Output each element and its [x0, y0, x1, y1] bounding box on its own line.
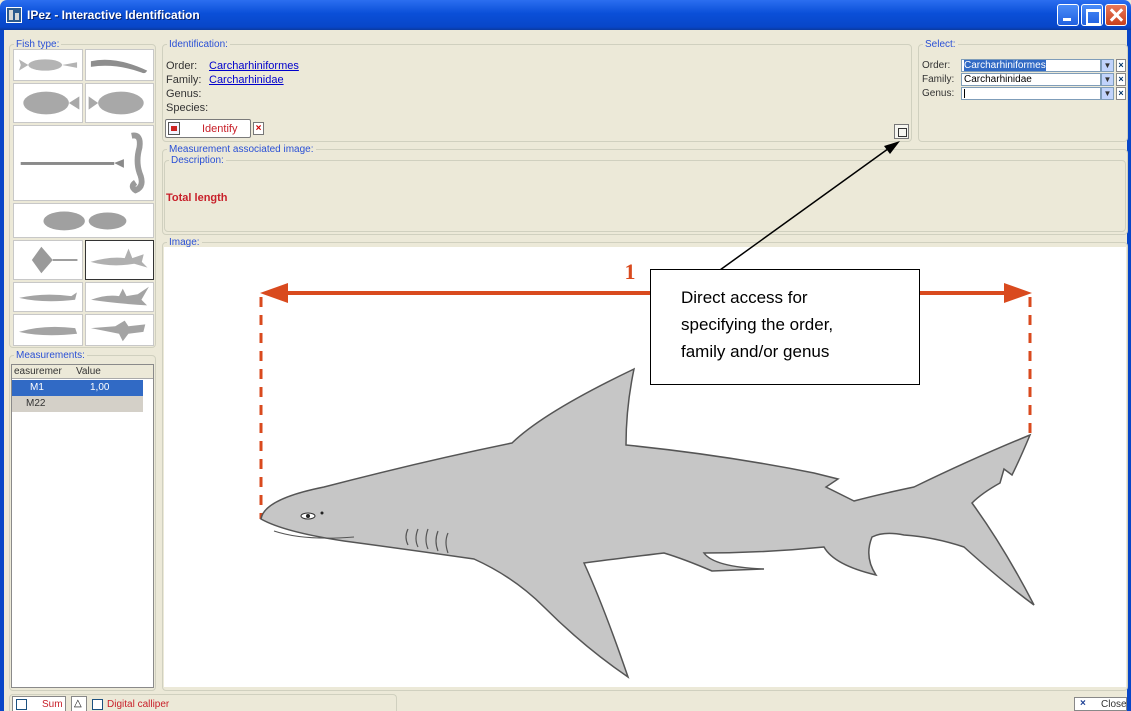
id-family-label: Family:: [166, 74, 202, 86]
fish-type-flatfish-left[interactable]: [13, 83, 83, 123]
minimize-button[interactable]: [1057, 4, 1079, 26]
title-bar: IPez - Interactive Identification: [0, 0, 1131, 30]
select-family-label: Family:: [922, 74, 955, 85]
close-x-icon: ×: [1080, 698, 1086, 709]
close-window-button[interactable]: [1105, 4, 1127, 26]
select-genus-combo[interactable]: [961, 87, 1101, 100]
fish-type-pipefish-seahorse[interactable]: [13, 125, 154, 201]
callout-line-1: Direct access for: [681, 288, 808, 307]
description-text: Total length: [166, 192, 228, 204]
fish-type-shark-selected[interactable]: [85, 240, 154, 280]
measurement-marker: 1: [625, 259, 636, 284]
chevron-down-icon[interactable]: ▼: [1101, 73, 1114, 86]
arrow-head-right: [1004, 283, 1032, 303]
id-order-link[interactable]: Carcharhiniformes: [209, 60, 299, 72]
id-order-label: Order:: [166, 60, 198, 72]
select-genus-label: Genus:: [922, 88, 955, 99]
digital-calliper-checkbox[interactable]: [92, 699, 103, 710]
close-button[interactable]: × Close: [1074, 697, 1127, 711]
table-row[interactable]: M1 1,00: [12, 380, 143, 396]
sum-checkbox-icon: [16, 699, 27, 710]
callout-line-3: family and/or genus: [681, 342, 830, 361]
column-header-value[interactable]: Value: [76, 366, 101, 377]
fish-type-eel[interactable]: [85, 49, 154, 81]
identification-group: Identification:: [162, 39, 912, 142]
triangle-tool-button[interactable]: △: [71, 696, 87, 711]
fish-type-anglerfish[interactable]: [13, 203, 154, 238]
id-family-link[interactable]: Carcharhinidae: [209, 74, 284, 86]
chevron-down-icon[interactable]: ▼: [1101, 87, 1114, 100]
close-button-label: Close: [1101, 699, 1127, 710]
select-order-value: Carcharhiniformes: [964, 60, 1046, 71]
description-group: Description:: [164, 155, 1126, 232]
column-header-measurement[interactable]: easuremer: [14, 366, 62, 377]
id-genus-label: Genus:: [166, 88, 202, 100]
fish-type-ray[interactable]: [13, 240, 83, 280]
measurement-name: M1: [30, 382, 44, 393]
table-row[interactable]: M22: [12, 396, 143, 412]
select-order-label: Order:: [922, 60, 951, 71]
fish-type-thresher[interactable]: [85, 282, 154, 312]
identify-button[interactable]: Identify: [165, 119, 251, 138]
clear-order-button[interactable]: ×: [1116, 59, 1126, 72]
triangle-icon: △: [74, 698, 82, 709]
callout-line-2: specifying the order,: [681, 315, 834, 334]
select-family-combo[interactable]: Carcharhinidae: [961, 73, 1101, 86]
callout-box: Direct access for specifying the order, …: [650, 269, 920, 385]
select-label: Select:: [923, 39, 958, 50]
id-species-row: Species:: [166, 102, 209, 114]
chevron-down-icon[interactable]: ▼: [1101, 59, 1114, 72]
measurements-table[interactable]: easuremer Value M1 1,00 M22: [11, 364, 154, 688]
window-frame-left: [0, 30, 4, 711]
app-icon: [6, 7, 22, 23]
identification-label: Identification:: [167, 39, 230, 50]
table-header: easuremer Value: [12, 365, 153, 379]
window-title: IPez - Interactive Identification: [27, 8, 200, 22]
id-species-label: Species:: [166, 102, 209, 114]
fish-type-flatfish-right[interactable]: [85, 83, 154, 123]
clear-family-button[interactable]: ×: [1116, 73, 1126, 86]
fish-type-chimaera[interactable]: [13, 49, 83, 81]
fish-type-swordfish[interactable]: [85, 314, 154, 346]
measurement-name: M22: [26, 398, 46, 409]
open-select-button[interactable]: [894, 124, 909, 139]
measurement-image-label: Measurement associated image:: [167, 144, 316, 155]
clear-identify-button[interactable]: ×: [253, 122, 264, 135]
id-order-row: Order: Carcharhiniformes: [166, 60, 299, 72]
measurements-label: Measurements:: [14, 350, 87, 361]
measurement-image: 1: [164, 247, 1126, 687]
clear-genus-button[interactable]: ×: [1116, 87, 1126, 100]
text-cursor: [964, 88, 965, 98]
fish-type-dogfish[interactable]: [13, 314, 83, 346]
maximize-button[interactable]: [1081, 4, 1103, 26]
status-bar-group: [9, 694, 397, 711]
id-family-row: Family: Carcharhinidae: [166, 74, 284, 86]
measurement-value: 1,00: [90, 382, 110, 393]
fish-type-catshark[interactable]: [13, 282, 83, 312]
id-genus-row: Genus:: [166, 88, 209, 100]
identify-button-label: Identify: [202, 123, 238, 135]
description-label: Description:: [169, 155, 226, 166]
sum-button[interactable]: Sum: [12, 696, 66, 711]
select-order-combo[interactable]: Carcharhiniformes: [961, 59, 1101, 72]
digital-calliper-label: Digital calliper: [107, 699, 170, 710]
arrow-head-left: [260, 283, 288, 303]
identify-icon: [168, 122, 180, 135]
shark-body: [260, 367, 1035, 679]
sum-label: Sum: [42, 699, 63, 710]
shark-diagram: 1: [259, 259, 1035, 679]
select-family-value: Carcharhinidae: [964, 74, 1032, 85]
